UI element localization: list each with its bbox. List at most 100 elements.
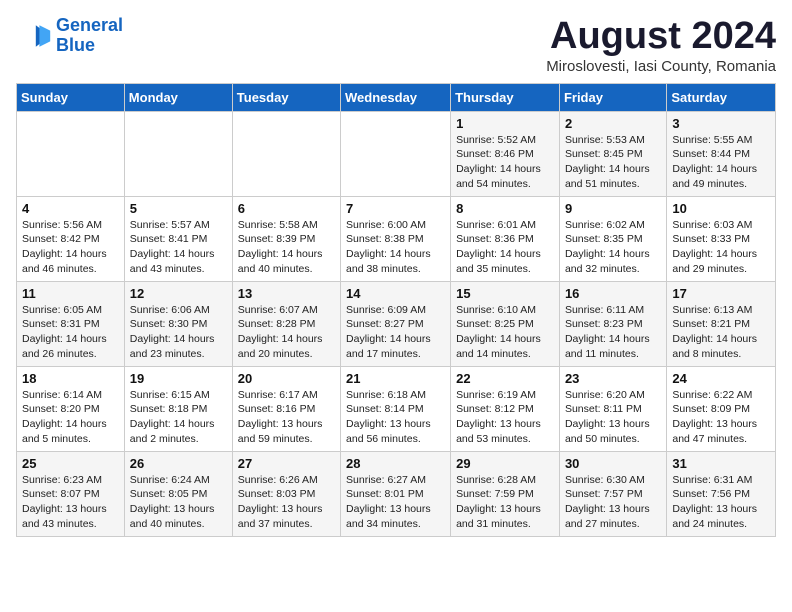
calendar-cell: 18Sunrise: 6:14 AM Sunset: 8:20 PM Dayli… [17, 366, 125, 451]
day-number: 28 [346, 456, 445, 471]
day-info: Sunrise: 6:07 AM Sunset: 8:28 PM Dayligh… [238, 303, 335, 362]
calendar-cell: 3 Sunrise: 5:55 AM Sunset: 8:44 PM Daylig… [667, 111, 776, 196]
calendar-cell: 10 Sunrise: 6:03 AM Sunset: 8:33 PM Dayli… [667, 196, 776, 281]
day-info: Sunrise: 5:56 AM Sunset: 8:42 PM Dayligh… [22, 218, 119, 277]
day-info: Sunrise: 6:26 AM Sunset: 8:03 PM Dayligh… [238, 473, 335, 532]
day-info: Sunrise: 6:31 AM Sunset: 7:56 PM Dayligh… [672, 473, 770, 532]
calendar-cell: 30Sunrise: 6:30 AM Sunset: 7:57 PM Dayli… [559, 451, 666, 536]
calendar-cell: 19 Sunrise: 6:15 AM Sunset: 8:18 PM Dayli… [124, 366, 232, 451]
day-number: 1 [456, 116, 554, 131]
week-row-5: 25 Sunrise: 6:23 AM Sunset: 8:07 PM Dayli… [17, 451, 776, 536]
day-info: Sunrise: 6:18 AM Sunset: 8:14 PM Dayligh… [346, 388, 445, 447]
calendar-cell: 8 Sunrise: 6:01 AM Sunset: 8:36 PM Daylig… [451, 196, 560, 281]
day-number: 29 [456, 456, 554, 471]
day-info: Sunrise: 5:57 AM Sunset: 8:41 PM Dayligh… [130, 218, 227, 277]
day-info: Sunrise: 6:06 AM Sunset: 8:30 PM Dayligh… [130, 303, 227, 362]
calendar-cell [17, 111, 125, 196]
day-number: 21 [346, 371, 445, 386]
day-number: 19 [130, 371, 227, 386]
day-number: 2 [565, 116, 661, 131]
day-number: 4 [22, 201, 119, 216]
calendar-cell: 4 Sunrise: 5:56 AM Sunset: 8:42 PM Daylig… [17, 196, 125, 281]
week-row-1: 1 Sunrise: 5:52 AM Sunset: 8:46 PM Daylig… [17, 111, 776, 196]
day-info: Sunrise: 6:15 AM Sunset: 8:18 PM Dayligh… [130, 388, 227, 447]
day-number: 26 [130, 456, 227, 471]
day-number: 25 [22, 456, 119, 471]
weekday-header-saturday: Saturday [667, 83, 776, 111]
day-number: 11 [22, 286, 119, 301]
day-number: 3 [672, 116, 770, 131]
calendar-cell: 13 Sunrise: 6:07 AM Sunset: 8:28 PM Dayli… [232, 281, 340, 366]
title-block: August 2024 Miroslovesti, Iasi County, R… [546, 16, 776, 75]
day-info: Sunrise: 6:09 AM Sunset: 8:27 PM Dayligh… [346, 303, 445, 362]
day-number: 7 [346, 201, 445, 216]
calendar-cell: 15 Sunrise: 6:10 AM Sunset: 8:25 PM Dayli… [451, 281, 560, 366]
day-info: Sunrise: 6:17 AM Sunset: 8:16 PM Dayligh… [238, 388, 335, 447]
calendar-cell: 25 Sunrise: 6:23 AM Sunset: 8:07 PM Dayli… [17, 451, 125, 536]
calendar-cell: 16 Sunrise: 6:11 AM Sunset: 8:23 PM Dayli… [559, 281, 666, 366]
calendar-cell: 23Sunrise: 6:20 AM Sunset: 8:11 PM Dayli… [559, 366, 666, 451]
calendar-cell: 2 Sunrise: 5:53 AM Sunset: 8:45 PM Daylig… [559, 111, 666, 196]
weekday-row: SundayMondayTuesdayWednesdayThursdayFrid… [17, 83, 776, 111]
logo-text: General Blue [56, 16, 123, 56]
day-info: Sunrise: 6:23 AM Sunset: 8:07 PM Dayligh… [22, 473, 119, 532]
calendar-cell: 6 Sunrise: 5:58 AM Sunset: 8:39 PM Daylig… [232, 196, 340, 281]
day-info: Sunrise: 6:01 AM Sunset: 8:36 PM Dayligh… [456, 218, 554, 277]
day-number: 12 [130, 286, 227, 301]
calendar-cell: 21 Sunrise: 6:18 AM Sunset: 8:14 PM Dayli… [341, 366, 451, 451]
logo-icon [16, 18, 52, 54]
day-number: 6 [238, 201, 335, 216]
page-header: General Blue August 2024 Miroslovesti, I… [16, 16, 776, 75]
calendar-cell: 20Sunrise: 6:17 AM Sunset: 8:16 PM Dayli… [232, 366, 340, 451]
day-number: 14 [346, 286, 445, 301]
day-number: 17 [672, 286, 770, 301]
week-row-4: 18Sunrise: 6:14 AM Sunset: 8:20 PM Dayli… [17, 366, 776, 451]
calendar-cell [232, 111, 340, 196]
calendar-cell: 7 Sunrise: 6:00 AM Sunset: 8:38 PM Daylig… [341, 196, 451, 281]
day-info: Sunrise: 6:11 AM Sunset: 8:23 PM Dayligh… [565, 303, 661, 362]
day-info: Sunrise: 6:03 AM Sunset: 8:33 PM Dayligh… [672, 218, 770, 277]
weekday-header-tuesday: Tuesday [232, 83, 340, 111]
logo-general: General [56, 15, 123, 35]
day-info: Sunrise: 5:52 AM Sunset: 8:46 PM Dayligh… [456, 133, 554, 192]
day-info: Sunrise: 6:27 AM Sunset: 8:01 PM Dayligh… [346, 473, 445, 532]
calendar-cell: 9Sunrise: 6:02 AM Sunset: 8:35 PM Daylig… [559, 196, 666, 281]
calendar-cell [124, 111, 232, 196]
day-number: 27 [238, 456, 335, 471]
week-row-2: 4 Sunrise: 5:56 AM Sunset: 8:42 PM Daylig… [17, 196, 776, 281]
day-number: 10 [672, 201, 770, 216]
calendar-cell: 24 Sunrise: 6:22 AM Sunset: 8:09 PM Dayli… [667, 366, 776, 451]
calendar-cell: 26 Sunrise: 6:24 AM Sunset: 8:05 PM Dayli… [124, 451, 232, 536]
day-number: 13 [238, 286, 335, 301]
day-number: 8 [456, 201, 554, 216]
day-info: Sunrise: 6:00 AM Sunset: 8:38 PM Dayligh… [346, 218, 445, 277]
day-number: 23 [565, 371, 661, 386]
day-number: 5 [130, 201, 227, 216]
day-info: Sunrise: 6:14 AM Sunset: 8:20 PM Dayligh… [22, 388, 119, 447]
calendar-cell: 27 Sunrise: 6:26 AM Sunset: 8:03 PM Dayli… [232, 451, 340, 536]
day-info: Sunrise: 6:02 AM Sunset: 8:35 PM Dayligh… [565, 218, 661, 277]
day-number: 16 [565, 286, 661, 301]
weekday-header-sunday: Sunday [17, 83, 125, 111]
calendar-cell: 17Sunrise: 6:13 AM Sunset: 8:21 PM Dayli… [667, 281, 776, 366]
weekday-header-friday: Friday [559, 83, 666, 111]
day-number: 15 [456, 286, 554, 301]
day-info: Sunrise: 6:22 AM Sunset: 8:09 PM Dayligh… [672, 388, 770, 447]
day-info: Sunrise: 5:58 AM Sunset: 8:39 PM Dayligh… [238, 218, 335, 277]
day-info: Sunrise: 6:28 AM Sunset: 7:59 PM Dayligh… [456, 473, 554, 532]
calendar-cell: 29 Sunrise: 6:28 AM Sunset: 7:59 PM Dayli… [451, 451, 560, 536]
logo: General Blue [16, 16, 123, 56]
calendar-cell [341, 111, 451, 196]
month-title: August 2024 [546, 16, 776, 58]
calendar-table: SundayMondayTuesdayWednesdayThursdayFrid… [16, 83, 776, 537]
calendar-cell: 11Sunrise: 6:05 AM Sunset: 8:31 PM Dayli… [17, 281, 125, 366]
day-number: 24 [672, 371, 770, 386]
day-number: 31 [672, 456, 770, 471]
week-row-3: 11Sunrise: 6:05 AM Sunset: 8:31 PM Dayli… [17, 281, 776, 366]
day-info: Sunrise: 6:10 AM Sunset: 8:25 PM Dayligh… [456, 303, 554, 362]
day-info: Sunrise: 5:55 AM Sunset: 8:44 PM Dayligh… [672, 133, 770, 192]
calendar-body: 1 Sunrise: 5:52 AM Sunset: 8:46 PM Daylig… [17, 111, 776, 536]
day-info: Sunrise: 5:53 AM Sunset: 8:45 PM Dayligh… [565, 133, 661, 192]
calendar-cell: 5 Sunrise: 5:57 AM Sunset: 8:41 PM Daylig… [124, 196, 232, 281]
day-info: Sunrise: 6:24 AM Sunset: 8:05 PM Dayligh… [130, 473, 227, 532]
